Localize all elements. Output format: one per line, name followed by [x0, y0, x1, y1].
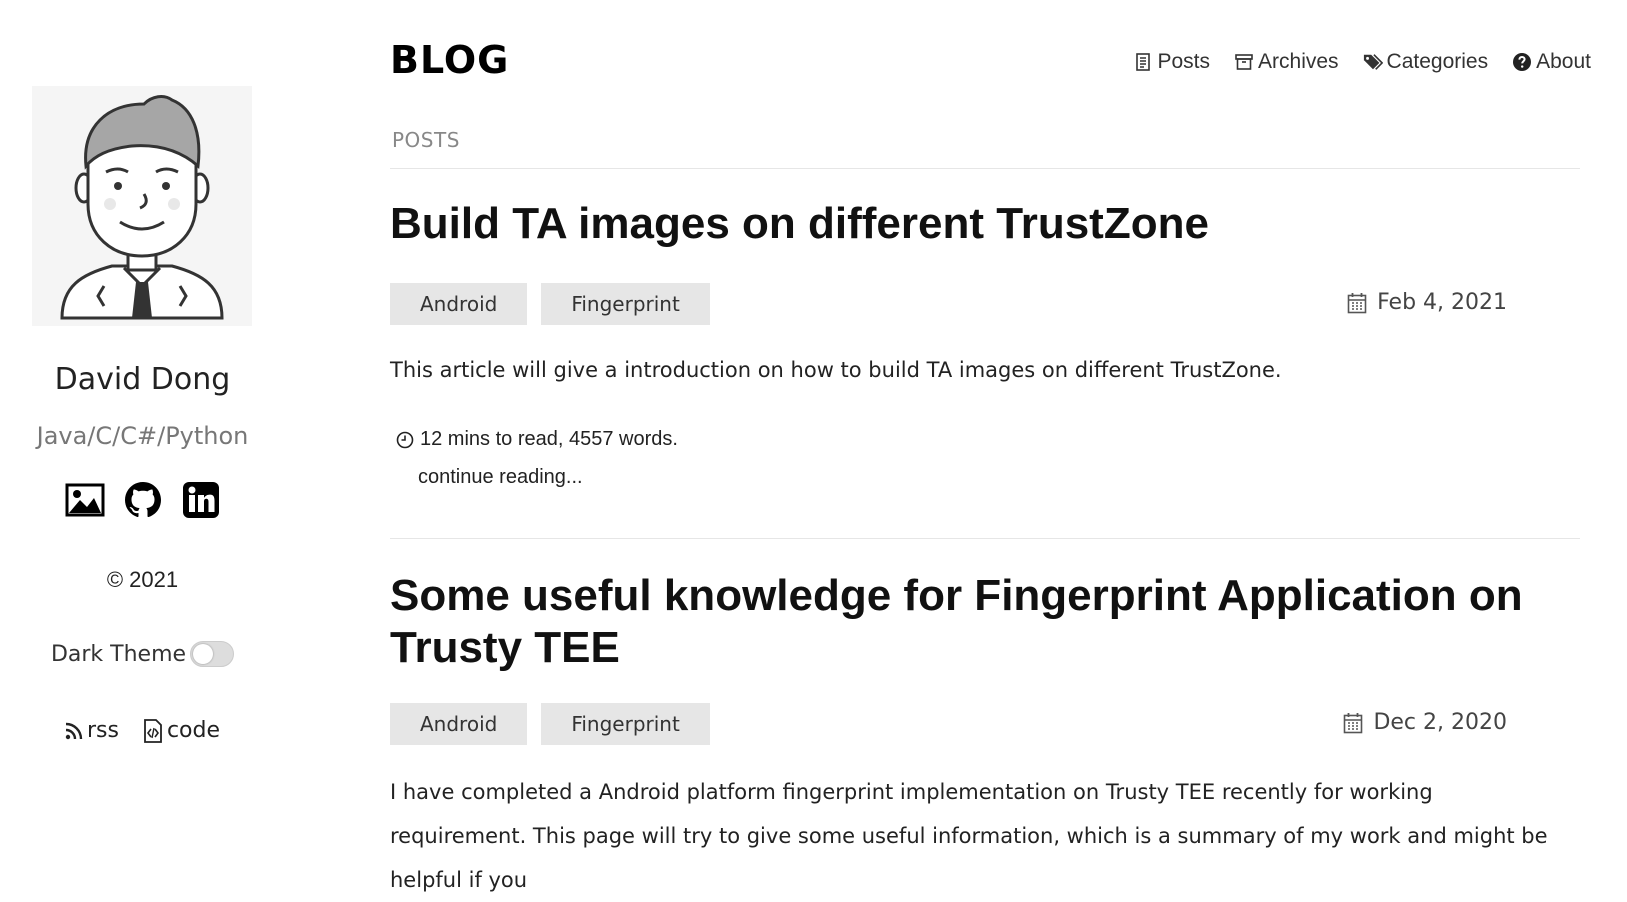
nav-archives-label: Archives [1258, 50, 1339, 73]
post-title-2[interactable]: Some useful knowledge for Fingerprint Ap… [390, 570, 1570, 674]
rss-link-label: rss [86, 718, 119, 743]
archive-icon [1235, 54, 1253, 70]
sidebar-links: rss code [0, 718, 285, 743]
tag-fingerprint[interactable]: Fingerprint [541, 703, 710, 745]
author-subtitle: Java/C/C#/Python [36, 422, 249, 450]
tag-android[interactable]: Android [390, 283, 528, 325]
code-link[interactable]: code [143, 718, 220, 743]
post-tags-2: Android Fingerprint [390, 703, 710, 745]
tags-icon [1363, 54, 1383, 70]
post-date-1: Feb 4, 2021 [1347, 290, 1507, 315]
question-circle-icon [1513, 53, 1532, 71]
rss-icon [65, 722, 83, 739]
copyright: © 2021 [106, 567, 179, 592]
post-excerpt-2: I have completed a Android platform fing… [390, 780, 1548, 892]
post-title-1[interactable]: Build TA images on different TrustZone [390, 198, 1570, 250]
top-nav: Posts Archives Categories About [1133, 50, 1591, 74]
post-divider [390, 538, 1580, 539]
nav-categories-label: Categories [1386, 50, 1489, 73]
post-date-2: Dec 2, 2020 [1343, 710, 1507, 735]
sidebar: David Dong Java/C/C#/Python © 2021 Dark … [0, 0, 285, 852]
document-icon [1136, 53, 1151, 71]
post-readtime-1: 12 mins to read, 4557 words. [396, 428, 678, 451]
nav-categories[interactable]: Categories [1363, 50, 1489, 74]
author-name: David Dong [54, 362, 231, 397]
post-date-text-1: Feb 4, 2021 [1377, 290, 1507, 315]
avatar [32, 86, 252, 326]
dark-theme-label: Dark Theme [50, 641, 187, 667]
social-links [0, 480, 285, 520]
post-excerpt-1: This article will give a introduction on… [390, 358, 1282, 382]
nav-archives[interactable]: Archives [1234, 50, 1339, 74]
github-icon[interactable] [123, 480, 163, 520]
tag-fingerprint[interactable]: Fingerprint [541, 283, 710, 325]
nav-about[interactable]: About [1512, 50, 1591, 74]
continue-reading-link[interactable]: continue reading... [418, 466, 583, 489]
nav-posts[interactable]: Posts [1133, 50, 1210, 74]
nav-about-label: About [1536, 50, 1591, 73]
post-date-text-2: Dec 2, 2020 [1373, 710, 1507, 735]
calendar-icon [1347, 292, 1367, 313]
image-icon[interactable] [65, 480, 105, 520]
post-readtime-text-1: 12 mins to read, 4557 words. [420, 428, 678, 450]
nav-posts-label: Posts [1157, 50, 1211, 73]
tag-android[interactable]: Android [390, 703, 528, 745]
section-label: POSTS [392, 128, 460, 152]
linkedin-icon[interactable] [181, 480, 221, 520]
calendar-icon [1344, 712, 1363, 733]
post-tags-1: Android Fingerprint [390, 283, 710, 325]
code-file-icon [144, 718, 162, 743]
avatar-illustration [60, 95, 224, 320]
section-divider [390, 168, 1580, 169]
toggle-knob [193, 644, 214, 664]
dark-theme-row: Dark Theme [0, 641, 285, 667]
dark-theme-toggle[interactable] [190, 641, 235, 667]
site-brand[interactable]: BLOG [390, 38, 509, 82]
code-link-label: code [166, 718, 221, 743]
rss-link[interactable]: rss [65, 718, 119, 743]
clock-icon [396, 431, 414, 448]
